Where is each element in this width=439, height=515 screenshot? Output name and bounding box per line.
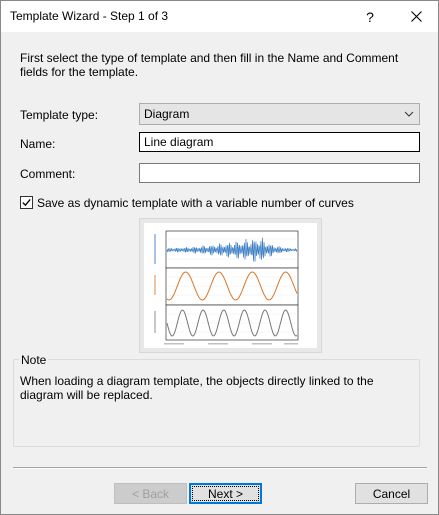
chevron-down-icon — [404, 111, 414, 117]
back-button[interactable]: < Back — [114, 483, 187, 504]
button-divider — [13, 467, 427, 469]
template-type-label: Template type: — [20, 108, 99, 122]
next-button[interactable]: Next > — [189, 483, 262, 504]
template-wizard-dialog: Template Wizard - Step 1 of 3 ? First se… — [0, 0, 439, 515]
name-label: Name: — [20, 137, 56, 151]
comment-label: Comment: — [20, 167, 76, 181]
cancel-button[interactable]: Cancel — [355, 483, 428, 504]
title-bar: Template Wizard - Step 1 of 3 ? — [1, 1, 438, 32]
help-icon: ? — [366, 8, 374, 25]
close-icon — [410, 11, 422, 22]
diagram-preview-image — [139, 218, 322, 353]
checkmark-icon — [22, 198, 31, 207]
note-title: Note — [19, 353, 49, 367]
name-field[interactable]: Line diagram — [139, 132, 420, 152]
dynamic-template-checkbox[interactable] — [20, 196, 33, 209]
intro-text: First select the type of template and th… — [20, 51, 399, 79]
name-value: Line diagram — [144, 135, 214, 149]
dynamic-template-label: Save as dynamic template with a variable… — [37, 196, 354, 210]
help-button[interactable]: ? — [347, 1, 393, 32]
window-title: Template Wizard - Step 1 of 3 — [10, 9, 169, 23]
note-group — [13, 359, 420, 447]
template-type-value: Diagram — [144, 107, 190, 121]
diagram-preview-icon — [154, 230, 299, 345]
cancel-button-label: Cancel — [372, 486, 411, 501]
comment-field[interactable] — [139, 163, 420, 183]
back-button-label: < Back — [131, 486, 170, 501]
close-button[interactable] — [393, 1, 439, 32]
template-type-select[interactable]: Diagram — [139, 103, 420, 125]
note-text: When loading a diagram template, the obj… — [20, 374, 374, 402]
